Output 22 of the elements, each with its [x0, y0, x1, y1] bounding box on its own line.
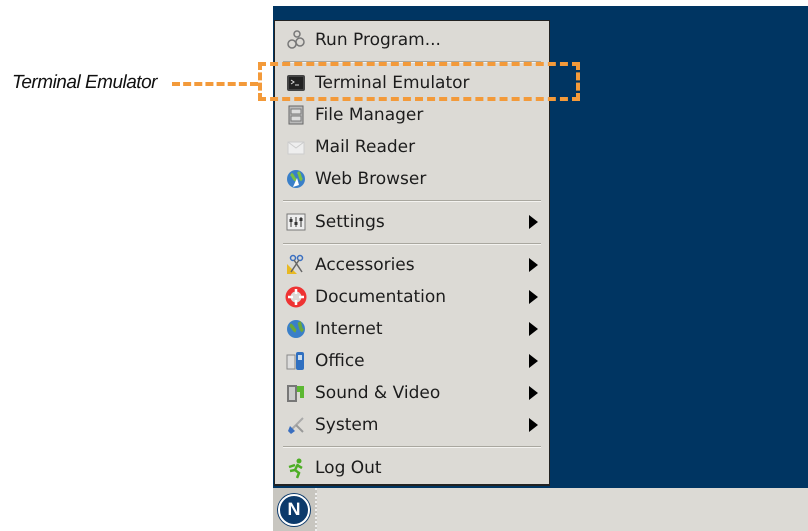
document-phone-icon	[285, 350, 307, 372]
sliders-icon	[285, 211, 307, 233]
menu-item[interactable]: Log Out	[315, 458, 539, 478]
menu-item[interactable]: System	[315, 415, 519, 435]
menu-item[interactable]: Terminal Emulator	[315, 73, 539, 93]
menu-item[interactable]: Run Program...	[315, 30, 539, 50]
start-button[interactable]: N	[273, 488, 317, 531]
callout-label: Terminal Emulator	[12, 72, 157, 94]
gears-icon	[285, 29, 307, 51]
menu-item[interactable]: Accessories	[315, 255, 519, 275]
lifebuoy-icon	[285, 286, 307, 308]
menu-item[interactable]: File Manager	[315, 105, 539, 125]
menu-item[interactable]: Documentation	[315, 287, 519, 307]
terminal-icon	[285, 72, 307, 94]
globe-icon	[285, 168, 307, 190]
globe-icon	[285, 318, 307, 340]
menu-item[interactable]: Web Browser	[315, 169, 539, 189]
menu-item[interactable]: Mail Reader	[315, 137, 539, 157]
menu-item[interactable]: Settings	[315, 212, 519, 232]
menu-item[interactable]: Office	[315, 351, 519, 371]
menu-item[interactable]: Internet	[315, 319, 519, 339]
menu-item[interactable]: Sound & Video	[315, 383, 519, 403]
